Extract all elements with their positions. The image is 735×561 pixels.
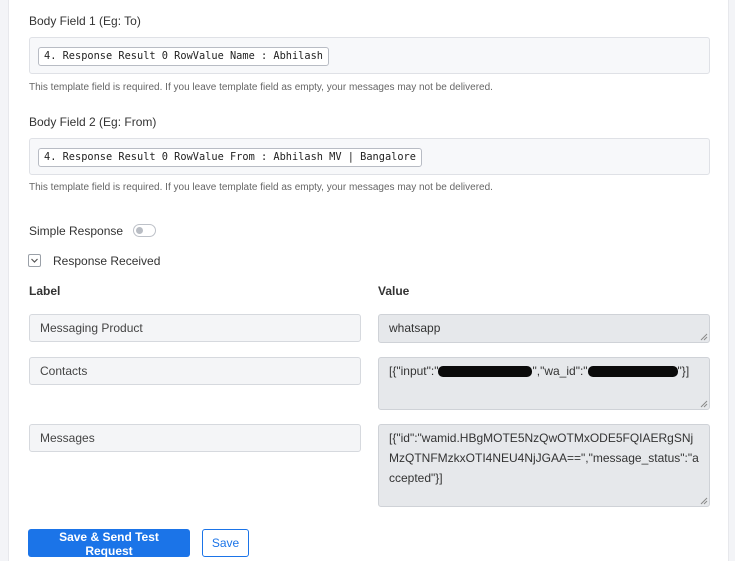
body-field-2-input[interactable]: 4. Response Result 0 RowValue From : Abh… xyxy=(29,138,710,175)
redaction-mark xyxy=(438,366,533,378)
response-label-messages[interactable]: Messages xyxy=(29,424,361,452)
body-field-1-hint: This template field is required. If you … xyxy=(29,82,493,93)
response-label-messaging-product[interactable]: Messaging Product xyxy=(29,314,361,342)
body-field-2-hint: This template field is required. If you … xyxy=(29,182,493,193)
contacts-prefix: [{"input":" xyxy=(389,364,439,378)
value-column-header: Value xyxy=(378,284,410,298)
response-value-messages[interactable]: [{"id":"wamid.HBgMOTE5NzQwOTMxODE5FQIAER… xyxy=(378,424,710,507)
resize-handle-icon[interactable] xyxy=(700,497,708,505)
resize-handle-icon[interactable] xyxy=(700,333,708,341)
redaction-mark xyxy=(587,366,678,378)
chevron-down-icon xyxy=(31,258,38,263)
contacts-middle: ","wa_id":" xyxy=(532,364,588,378)
response-label-contacts[interactable]: Contacts xyxy=(29,357,361,385)
response-value-messaging-product[interactable]: whatsapp xyxy=(378,314,710,343)
contacts-suffix: "}] xyxy=(677,364,690,378)
simple-response-toggle[interactable] xyxy=(133,224,156,237)
save-button[interactable]: Save xyxy=(202,529,249,557)
resize-handle-icon[interactable] xyxy=(700,400,708,408)
response-received-collapse-button[interactable] xyxy=(28,254,41,267)
response-value-contacts[interactable]: [{"input":" ","wa_id":" "}] xyxy=(378,357,710,410)
left-panel-edge xyxy=(0,0,9,561)
body-field-2-token[interactable]: 4. Response Result 0 RowValue From : Abh… xyxy=(38,148,422,167)
body-field-1-label: Body Field 1 (Eg: To) xyxy=(29,14,141,28)
body-field-1-input[interactable]: 4. Response Result 0 RowValue Name : Abh… xyxy=(29,37,710,74)
response-received-label: Response Received xyxy=(53,254,161,268)
body-field-2-label: Body Field 2 (Eg: From) xyxy=(29,115,157,129)
response-value-text: whatsapp xyxy=(389,321,441,335)
right-panel-edge xyxy=(728,0,735,561)
body-field-1-token[interactable]: 4. Response Result 0 RowValue Name : Abh… xyxy=(38,47,329,66)
simple-response-label: Simple Response xyxy=(29,224,124,238)
label-column-header: Label xyxy=(29,284,61,298)
save-and-send-test-request-button[interactable]: Save & Send Test Request xyxy=(28,529,190,558)
toggle-knob xyxy=(136,227,143,234)
response-value-text: [{"id":"wamid.HBgMOTE5NzQwOTMxODE5FQIAER… xyxy=(389,431,699,485)
